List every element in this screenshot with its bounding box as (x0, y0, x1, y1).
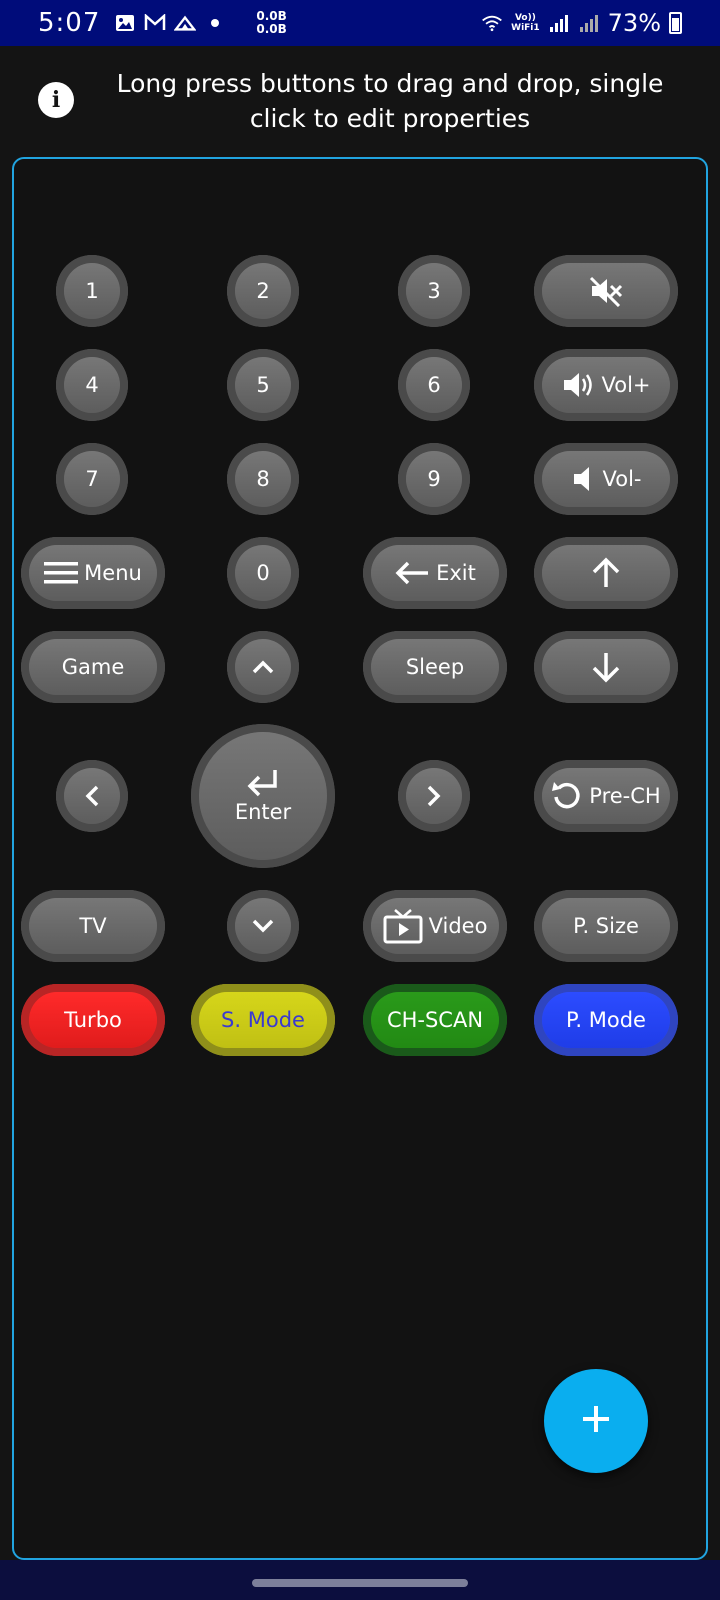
mute-button[interactable] (534, 255, 678, 327)
button-3[interactable]: 3 (398, 255, 470, 327)
gmail-icon (144, 13, 166, 33)
s-mode-button[interactable]: S. Mode (191, 984, 335, 1056)
home-gesture-handle[interactable] (252, 1579, 468, 1587)
turbo-button[interactable]: Turbo (21, 984, 165, 1056)
volte-top: Vo)) (514, 13, 536, 23)
hint-row: i Long press buttons to drag and drop, s… (0, 46, 720, 154)
button-8[interactable]: 8 (227, 443, 299, 515)
p-size-button[interactable]: P. Size (534, 890, 678, 962)
button-8-label: 8 (256, 467, 270, 491)
dot-icon (204, 13, 226, 33)
game-button[interactable]: Game (21, 631, 165, 703)
chevron-up-icon (251, 659, 275, 675)
button-5[interactable]: 5 (227, 349, 299, 421)
enter-return-icon (246, 768, 280, 798)
exit-button[interactable]: Exit (363, 537, 507, 609)
turbo-label: Turbo (64, 1008, 122, 1032)
button-2-label: 2 (256, 279, 270, 303)
p-size-label: P. Size (573, 914, 639, 938)
button-1[interactable]: 1 (56, 255, 128, 327)
exit-label: Exit (436, 561, 476, 585)
video-button[interactable]: Video (363, 890, 507, 962)
wifi-icon (481, 13, 503, 33)
tv-play-icon (383, 908, 423, 944)
chevron-down-icon (251, 918, 275, 934)
arrow-up-icon (591, 557, 621, 589)
info-icon[interactable]: i (38, 82, 74, 118)
battery-icon (669, 12, 682, 34)
hint-text: Long press buttons to drag and drop, sin… (116, 69, 664, 133)
tv-button[interactable]: TV (21, 890, 165, 962)
button-7[interactable]: 7 (56, 443, 128, 515)
status-bar: 5:07 0.0B 0.0B Vo)) WiFi1 73% (0, 0, 720, 46)
sleep-label: Sleep (405, 655, 465, 679)
hamburger-icon (44, 561, 79, 585)
arrow-down-icon (591, 651, 621, 683)
signal-icon-2 (578, 13, 600, 33)
battery-percent: 73% (607, 9, 661, 37)
vol-up-button[interactable]: Vol+ (534, 349, 678, 421)
vol-up-label: Vol+ (601, 373, 651, 397)
nav-down-button[interactable] (227, 890, 299, 962)
vol-down-button[interactable]: Vol- (534, 443, 678, 515)
button-2[interactable]: 2 (227, 255, 299, 327)
arrow-left-icon (394, 560, 430, 586)
nav-up-button[interactable] (227, 631, 299, 703)
chevron-left-icon (84, 784, 100, 808)
channel-down-button[interactable] (534, 631, 678, 703)
gallery-icon (114, 13, 136, 33)
p-mode-label: P. Mode (566, 1008, 646, 1032)
plus-icon (581, 1404, 611, 1438)
channel-up-button[interactable] (534, 537, 678, 609)
nav-left-button[interactable] (56, 760, 128, 832)
button-9-label: 9 (427, 467, 441, 491)
button-6[interactable]: 6 (398, 349, 470, 421)
tv-label: TV (79, 914, 107, 938)
button-7-label: 7 (85, 467, 99, 491)
button-0-label: 0 (256, 561, 270, 585)
ch-scan-button[interactable]: CH-SCAN (363, 984, 507, 1056)
volume-mute-icon (588, 275, 624, 307)
enter-button[interactable]: Enter (191, 724, 335, 868)
add-button[interactable] (544, 1369, 648, 1473)
s-mode-label: S. Mode (221, 1008, 305, 1032)
rotate-left-icon (551, 780, 583, 812)
p-mode-button[interactable]: P. Mode (534, 984, 678, 1056)
button-4-label: 4 (85, 373, 99, 397)
menu-button[interactable]: Menu (21, 537, 165, 609)
video-label: Video (428, 914, 488, 938)
nav-right-button[interactable] (398, 760, 470, 832)
status-right: Vo)) WiFi1 73% (481, 9, 682, 37)
menu-label: Menu (84, 561, 142, 585)
chevron-right-icon (426, 784, 442, 808)
button-4[interactable]: 4 (56, 349, 128, 421)
system-nav-bar (0, 1560, 720, 1600)
button-5-label: 5 (256, 373, 270, 397)
home-network-icon (174, 13, 197, 33)
ch-scan-label: CH-SCAN (386, 1008, 484, 1032)
net-speed: 0.0B 0.0B (256, 10, 286, 36)
volume-down-icon (571, 464, 597, 494)
game-label: Game (61, 655, 125, 679)
button-1-label: 1 (85, 279, 99, 303)
button-9[interactable]: 9 (398, 443, 470, 515)
pre-ch-label: Pre-CH (589, 784, 661, 808)
status-time: 5:07 (38, 8, 101, 38)
net-speed-down: 0.0B (256, 22, 287, 36)
pre-ch-button[interactable]: Pre-CH (534, 760, 678, 832)
sleep-button[interactable]: Sleep (363, 631, 507, 703)
volte-indicator: Vo)) WiFi1 (511, 13, 540, 33)
signal-icon-1 (548, 13, 570, 33)
button-0[interactable]: 0 (227, 537, 299, 609)
enter-label: Enter (234, 800, 292, 824)
vol-down-label: Vol- (602, 467, 642, 491)
volte-bottom: WiFi1 (511, 23, 540, 33)
button-3-label: 3 (427, 279, 441, 303)
volume-up-icon (561, 369, 595, 401)
button-6-label: 6 (427, 373, 441, 397)
notification-icons (114, 13, 226, 33)
